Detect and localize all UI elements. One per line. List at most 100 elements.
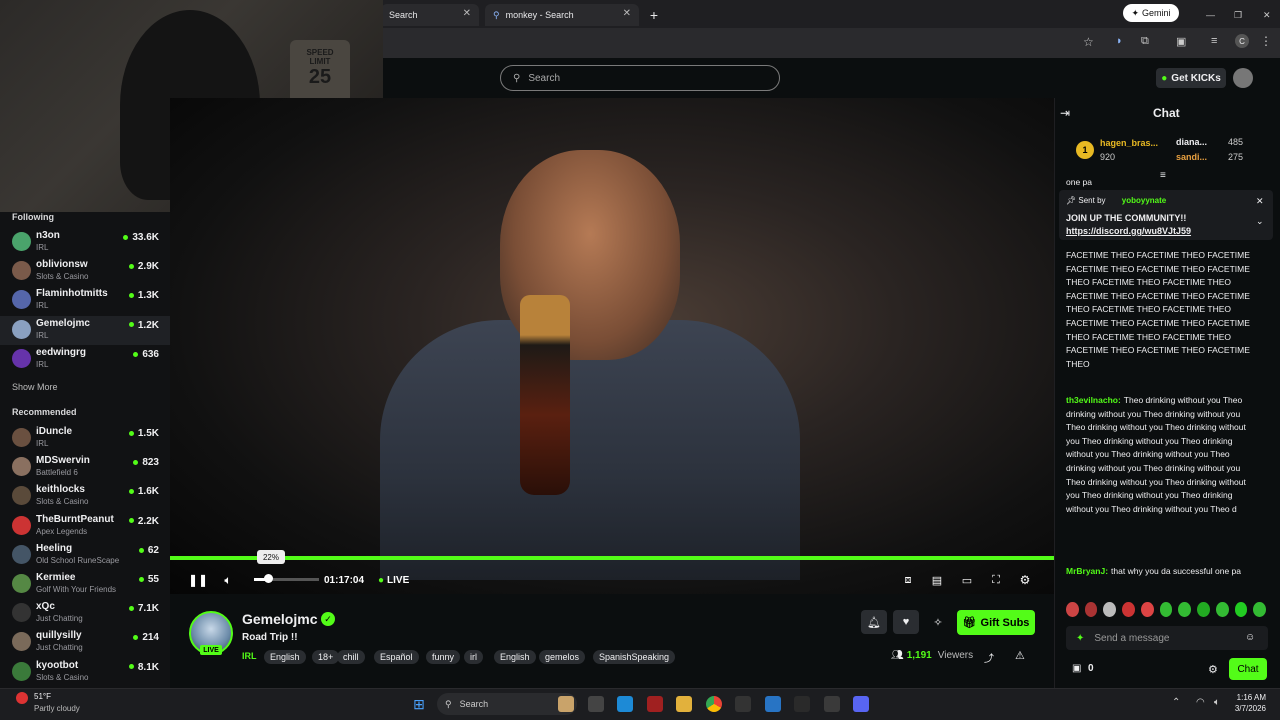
chat-username[interactable]: th3evilnacho: [1066,395,1121,405]
progress-bar[interactable] [170,556,1054,560]
sidebar-channel[interactable]: n3on IRL 33.6K [0,228,170,257]
sidebar-channel[interactable]: Flaminhotmitts IRL 1.3K [0,286,170,315]
restore-icon[interactable]: ❐ [1226,4,1250,26]
emote-icon[interactable] [1178,602,1192,617]
settings-icon[interactable]: ⚙ [1017,568,1033,592]
emote-icon[interactable] [1159,602,1173,617]
discord-icon[interactable] [853,696,869,712]
search-input[interactable]: ⚲ Search [500,65,780,91]
emote-icon[interactable] [1103,602,1117,617]
chevron-down-icon[interactable]: ⌄ [1256,216,1264,227]
stream-tag[interactable]: chill [337,650,365,664]
menu-icon[interactable]: ⋮ [1260,34,1272,48]
speaker-icon[interactable]: 🔈︎ [1214,697,1220,708]
sidebar-channel[interactable]: oblivionsw Slots & Casino 2.9K [0,257,170,286]
close-icon[interactable]: ✕ [463,8,471,19]
profile-avatar[interactable]: C [1235,34,1249,48]
stream-category[interactable]: IRL [242,651,257,661]
emote-icon[interactable] [1140,602,1154,617]
sidebar-channel[interactable]: quillysilly Just Chatting 214 [0,628,170,657]
app-icon[interactable] [558,696,574,712]
gift-subs-button[interactable]: 🎁︎ Gift Subs [957,610,1035,635]
emote-icon[interactable] [1084,602,1098,617]
volume-icon[interactable]: 🔈︎ [220,568,236,592]
sidebar-channel[interactable]: Gemelojmc IRL 1.2K [0,315,170,345]
steam-icon[interactable] [794,696,810,712]
collapse-chat-icon[interactable]: ⇥ [1060,106,1070,120]
stream-tag[interactable]: Español [374,650,419,664]
clock-date[interactable]: 3/7/2026 [1226,704,1266,713]
app-icon[interactable] [764,696,781,712]
gemini-button[interactable]: ✦ Gemini [1123,4,1179,22]
chrome-icon[interactable] [705,696,722,712]
stream-tag[interactable]: English [494,650,536,664]
clip-icon[interactable]: ▤ [929,568,945,592]
app-icon[interactable] [823,696,840,712]
clock-time[interactable]: 1:16 AM [1230,693,1266,702]
stream-tag[interactable]: 18+ [312,650,340,664]
sidebar-channel[interactable]: MDSwervin Battlefield 6 823 [0,453,170,482]
chat-input[interactable]: ✦ Send a message [1066,626,1268,650]
report-icon[interactable]: ⚠ [1015,649,1025,662]
close-icon[interactable]: ✕ [623,8,631,19]
leader-name[interactable]: diana... [1176,137,1207,147]
star-icon[interactable]: ☆ [1083,35,1094,49]
emote-icon[interactable] [1122,602,1135,617]
acrobat-icon[interactable] [646,696,663,712]
extension-icon[interactable]: ◗ [1116,35,1123,47]
sidebar-channel[interactable]: iDuncle IRL 1.5K [0,424,170,453]
chat-send-button[interactable]: Chat [1229,658,1267,680]
terminal-icon[interactable] [587,696,604,712]
user-avatar[interactable] [1233,68,1253,88]
pause-button[interactable]: ❚❚ [188,568,208,592]
unpin-icon[interactable]: ✕ [1256,196,1264,207]
sidebar-channel[interactable]: kyootbot Slots & Casino 8.1K [0,658,170,687]
pip-icon[interactable]: ⧈ [900,568,916,592]
expand-leaderboard-icon[interactable]: ≡ [1160,170,1166,181]
bell-icon[interactable]: 🔔︎ [861,610,887,634]
leader-name[interactable]: hagen_bras... [1100,138,1158,148]
new-tab-button[interactable]: + [643,4,665,26]
minimize-icon[interactable]: — [1198,4,1223,26]
emoji-icon[interactable]: ☺ [1245,632,1255,643]
stream-tag[interactable]: funny [426,650,461,664]
start-icon[interactable]: ⊞ [410,695,428,713]
sidebar-channel[interactable]: keithlocks Slots & Casino 1.6K [0,482,170,511]
browser-tab[interactable]: Search ✕ [381,4,479,26]
pinned-link[interactable]: https://discord.gg/wu8VJtJ59 [1066,226,1191,236]
sidebar-channel[interactable]: xQc Just Chatting 7.1K [0,599,170,628]
epic-icon[interactable] [735,696,751,712]
stream-tag[interactable]: English [264,650,306,664]
emote-icon[interactable] [1066,602,1079,617]
sidebar-channel[interactable]: TheBurntPeanut Apex Legends 2.2K [0,512,170,541]
theatre-mode-icon[interactable]: ▭ [959,568,975,592]
stream-tag[interactable]: gemelos [539,650,586,664]
weather-icon[interactable] [16,692,28,704]
chat-username[interactable]: MrBryanJ: [1066,566,1108,576]
chat-settings-icon[interactable]: ⚙ [1208,663,1218,676]
puzzle-icon[interactable]: ⧉ [1141,35,1149,48]
get-kicks-button[interactable]: ● Get KICKs [1156,68,1226,88]
channel-name[interactable]: Gemelojmc [242,611,317,627]
fullscreen-icon[interactable]: ⛶ [988,568,1004,592]
window-close-icon[interactable]: ✕ [1255,4,1279,26]
sidebar-channel[interactable]: Kermiee Golf With Your Friends 55 [0,570,170,599]
media-icon[interactable]: ▣ [1176,35,1186,48]
chevron-up-icon[interactable]: ⌃ [1172,697,1180,708]
emote-icon[interactable] [1234,602,1248,617]
sidebar-channel[interactable]: eedwingrg IRL 636 [0,345,170,374]
folder-icon[interactable] [676,696,692,712]
edge-icon[interactable] [617,696,633,712]
emote-icon[interactable] [1215,602,1229,617]
show-more-link[interactable]: Show More [0,382,58,392]
tab-search-icon[interactable]: ≡ [1211,35,1217,47]
stream-tag[interactable]: irl [464,650,483,664]
browser-tab[interactable]: ⚲ monkey - Search ✕ [485,4,639,26]
share-icon[interactable]: ⤴ [984,650,994,665]
emote-icon[interactable] [1253,602,1267,617]
heart-icon[interactable]: ♥ [893,610,919,634]
wifi-icon[interactable]: ◠ [1196,697,1205,708]
stream-tag[interactable]: SpanishSpeaking [593,650,676,664]
leader-name[interactable]: sandi... [1176,152,1207,162]
emote-icon[interactable] [1197,602,1210,617]
